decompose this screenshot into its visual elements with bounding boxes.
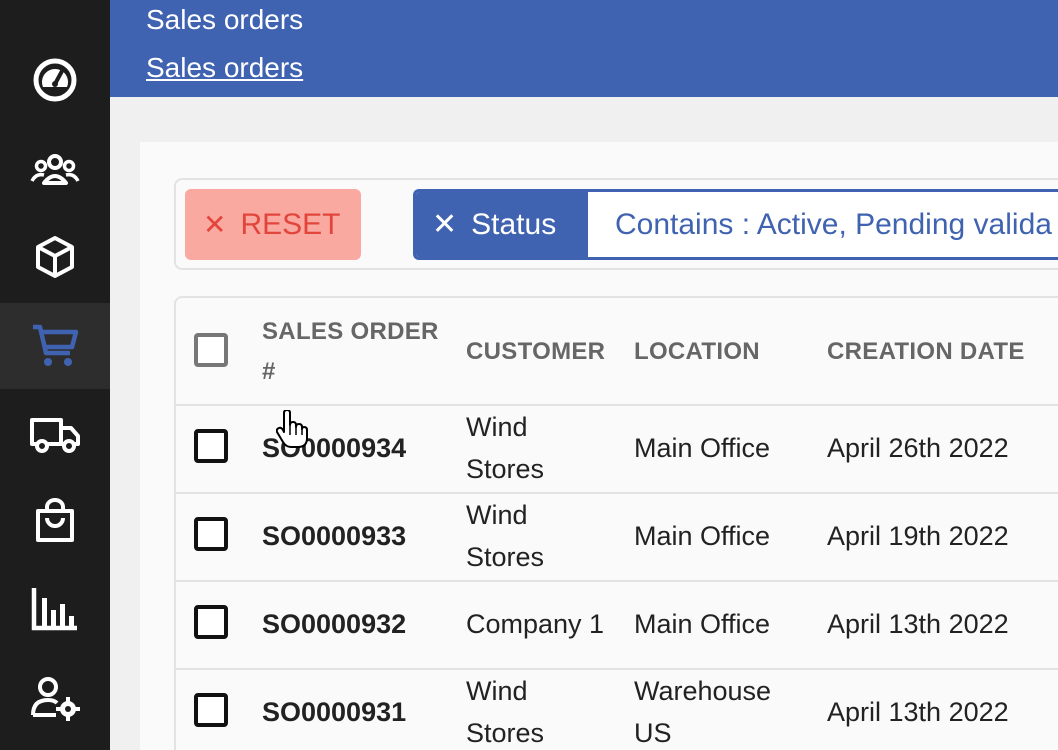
row-checkbox[interactable] <box>194 517 228 551</box>
nav-purchases[interactable] <box>0 478 110 564</box>
users-icon <box>30 154 80 185</box>
col-header-customer[interactable]: CUSTOMER <box>466 332 605 372</box>
filter-field-label: Status <box>471 207 557 241</box>
reset-label: RESET <box>240 207 341 241</box>
order-number[interactable]: SO0000932 <box>262 603 406 645</box>
col-header-location[interactable]: LOCATION <box>634 332 760 372</box>
divider <box>176 668 1058 670</box>
customer-name-line2: Stores <box>466 454 545 484</box>
divider <box>176 492 1058 494</box>
row-checkbox[interactable] <box>194 693 228 727</box>
remove-filter-icon[interactable]: ✕ <box>432 207 457 242</box>
orders-table: SALES ORDER # CUSTOMER LOCATION CREATION… <box>174 296 1058 750</box>
creation-date: April 19th 2022 <box>827 521 1009 551</box>
col-header-creation-date[interactable]: CREATION DATE <box>827 332 1025 372</box>
reset-button[interactable]: ✕ RESET <box>185 189 361 260</box>
user-settings-icon <box>31 677 80 721</box>
customer-name-line2: Stores <box>466 718 545 748</box>
status-filter-head: ✕ Status <box>416 192 588 257</box>
row-checkbox[interactable] <box>194 429 228 463</box>
dashboard-icon <box>33 58 77 102</box>
nav-sales-orders[interactable] <box>0 303 110 389</box>
creation-date: April 26th 2022 <box>827 433 1009 463</box>
hand-pointer-icon <box>276 410 308 448</box>
page-title: Sales orders <box>146 4 304 35</box>
creation-date: April 13th 2022 <box>827 697 1009 727</box>
sidebar <box>0 0 110 750</box>
customer-name-line2: Stores <box>466 542 545 572</box>
nav-products[interactable] <box>0 214 110 300</box>
location: Warehouse <box>634 676 772 706</box>
divider <box>176 404 1058 406</box>
status-filter-chip[interactable]: ✕ Status Contains : Active, Pending vali… <box>413 189 1058 260</box>
nav-dashboard[interactable] <box>0 37 110 123</box>
location: Main Office <box>634 521 771 551</box>
nav-user-settings[interactable] <box>0 655 110 741</box>
shopping-bag-icon <box>36 498 74 542</box>
order-number[interactable]: SO0000931 <box>262 691 406 733</box>
col-header-sales-order-hash[interactable]: # <box>262 352 276 392</box>
location-line2: US <box>634 718 672 748</box>
customer-name: Wind <box>466 412 528 442</box>
bar-chart-icon <box>31 588 77 631</box>
close-icon: ✕ <box>203 209 227 240</box>
breadcrumb-sales-orders[interactable]: Sales orders <box>146 52 303 84</box>
location: Main Office <box>634 609 771 639</box>
nav-customers[interactable] <box>0 127 110 213</box>
creation-date: April 13th 2022 <box>827 609 1009 639</box>
order-number[interactable]: SO0000933 <box>262 515 406 557</box>
customer-name: Company 1 <box>466 609 605 639</box>
row-checkbox[interactable] <box>194 605 228 639</box>
nav-shipping[interactable] <box>0 390 110 476</box>
customer-name: Wind <box>466 676 528 706</box>
col-header-sales-order[interactable]: SALES ORDER <box>262 312 439 352</box>
customer-name: Wind <box>466 500 528 530</box>
truck-icon <box>30 418 80 453</box>
nav-reports[interactable] <box>0 566 110 652</box>
header: Sales orders Sales orders <box>110 0 1058 97</box>
divider <box>176 580 1058 582</box>
location: Main Office <box>634 433 771 463</box>
cart-icon <box>33 324 79 366</box>
filter-value[interactable]: Contains : Active, Pending valida <box>615 192 1052 257</box>
select-all-checkbox[interactable] <box>194 333 228 367</box>
product-box-icon <box>36 236 74 278</box>
